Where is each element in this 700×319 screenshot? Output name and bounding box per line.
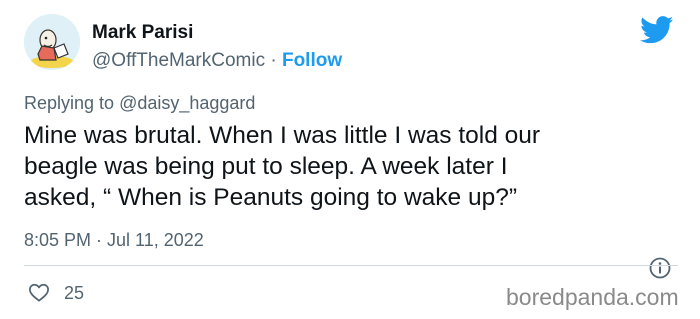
author-handle-line: @OffTheMarkComic · Follow — [92, 50, 342, 72]
tweet-card: Mark Parisi @OffTheMarkComic · Follow Re… — [0, 0, 700, 319]
tweet-timestamp[interactable]: 8:05 PM · Jul 11, 2022 — [24, 230, 204, 251]
author-handle[interactable]: @OffTheMarkComic — [92, 50, 265, 71]
like-count: 25 — [64, 283, 85, 303]
handle-separator: · — [270, 50, 277, 71]
replying-to: Replying to @daisy_haggard — [24, 93, 255, 114]
replying-prefix: Replying to — [24, 93, 115, 113]
reply-handle-link[interactable]: @daisy_haggard — [119, 93, 255, 113]
divider — [24, 265, 678, 266]
author-name[interactable]: Mark Parisi — [92, 22, 193, 44]
tweet-text-line: Mine was brutal. When I was little I was… — [24, 122, 541, 149]
watermark: boredpanda.com — [506, 284, 679, 310]
twitter-bird-icon[interactable] — [640, 16, 674, 44]
heart-icon[interactable] — [28, 282, 50, 302]
follow-button[interactable]: Follow — [282, 50, 342, 71]
avatar-comic-icon — [24, 14, 80, 70]
tweet-text: Mine was brutal. When I was little I was… — [24, 120, 664, 213]
avatar[interactable] — [24, 14, 80, 70]
info-icon[interactable] — [648, 256, 672, 280]
tweet-text-line: asked, “ When is Peanuts going to wake u… — [24, 184, 518, 211]
tweet-text-line: beagle was being put to sleep. A week la… — [24, 153, 508, 180]
